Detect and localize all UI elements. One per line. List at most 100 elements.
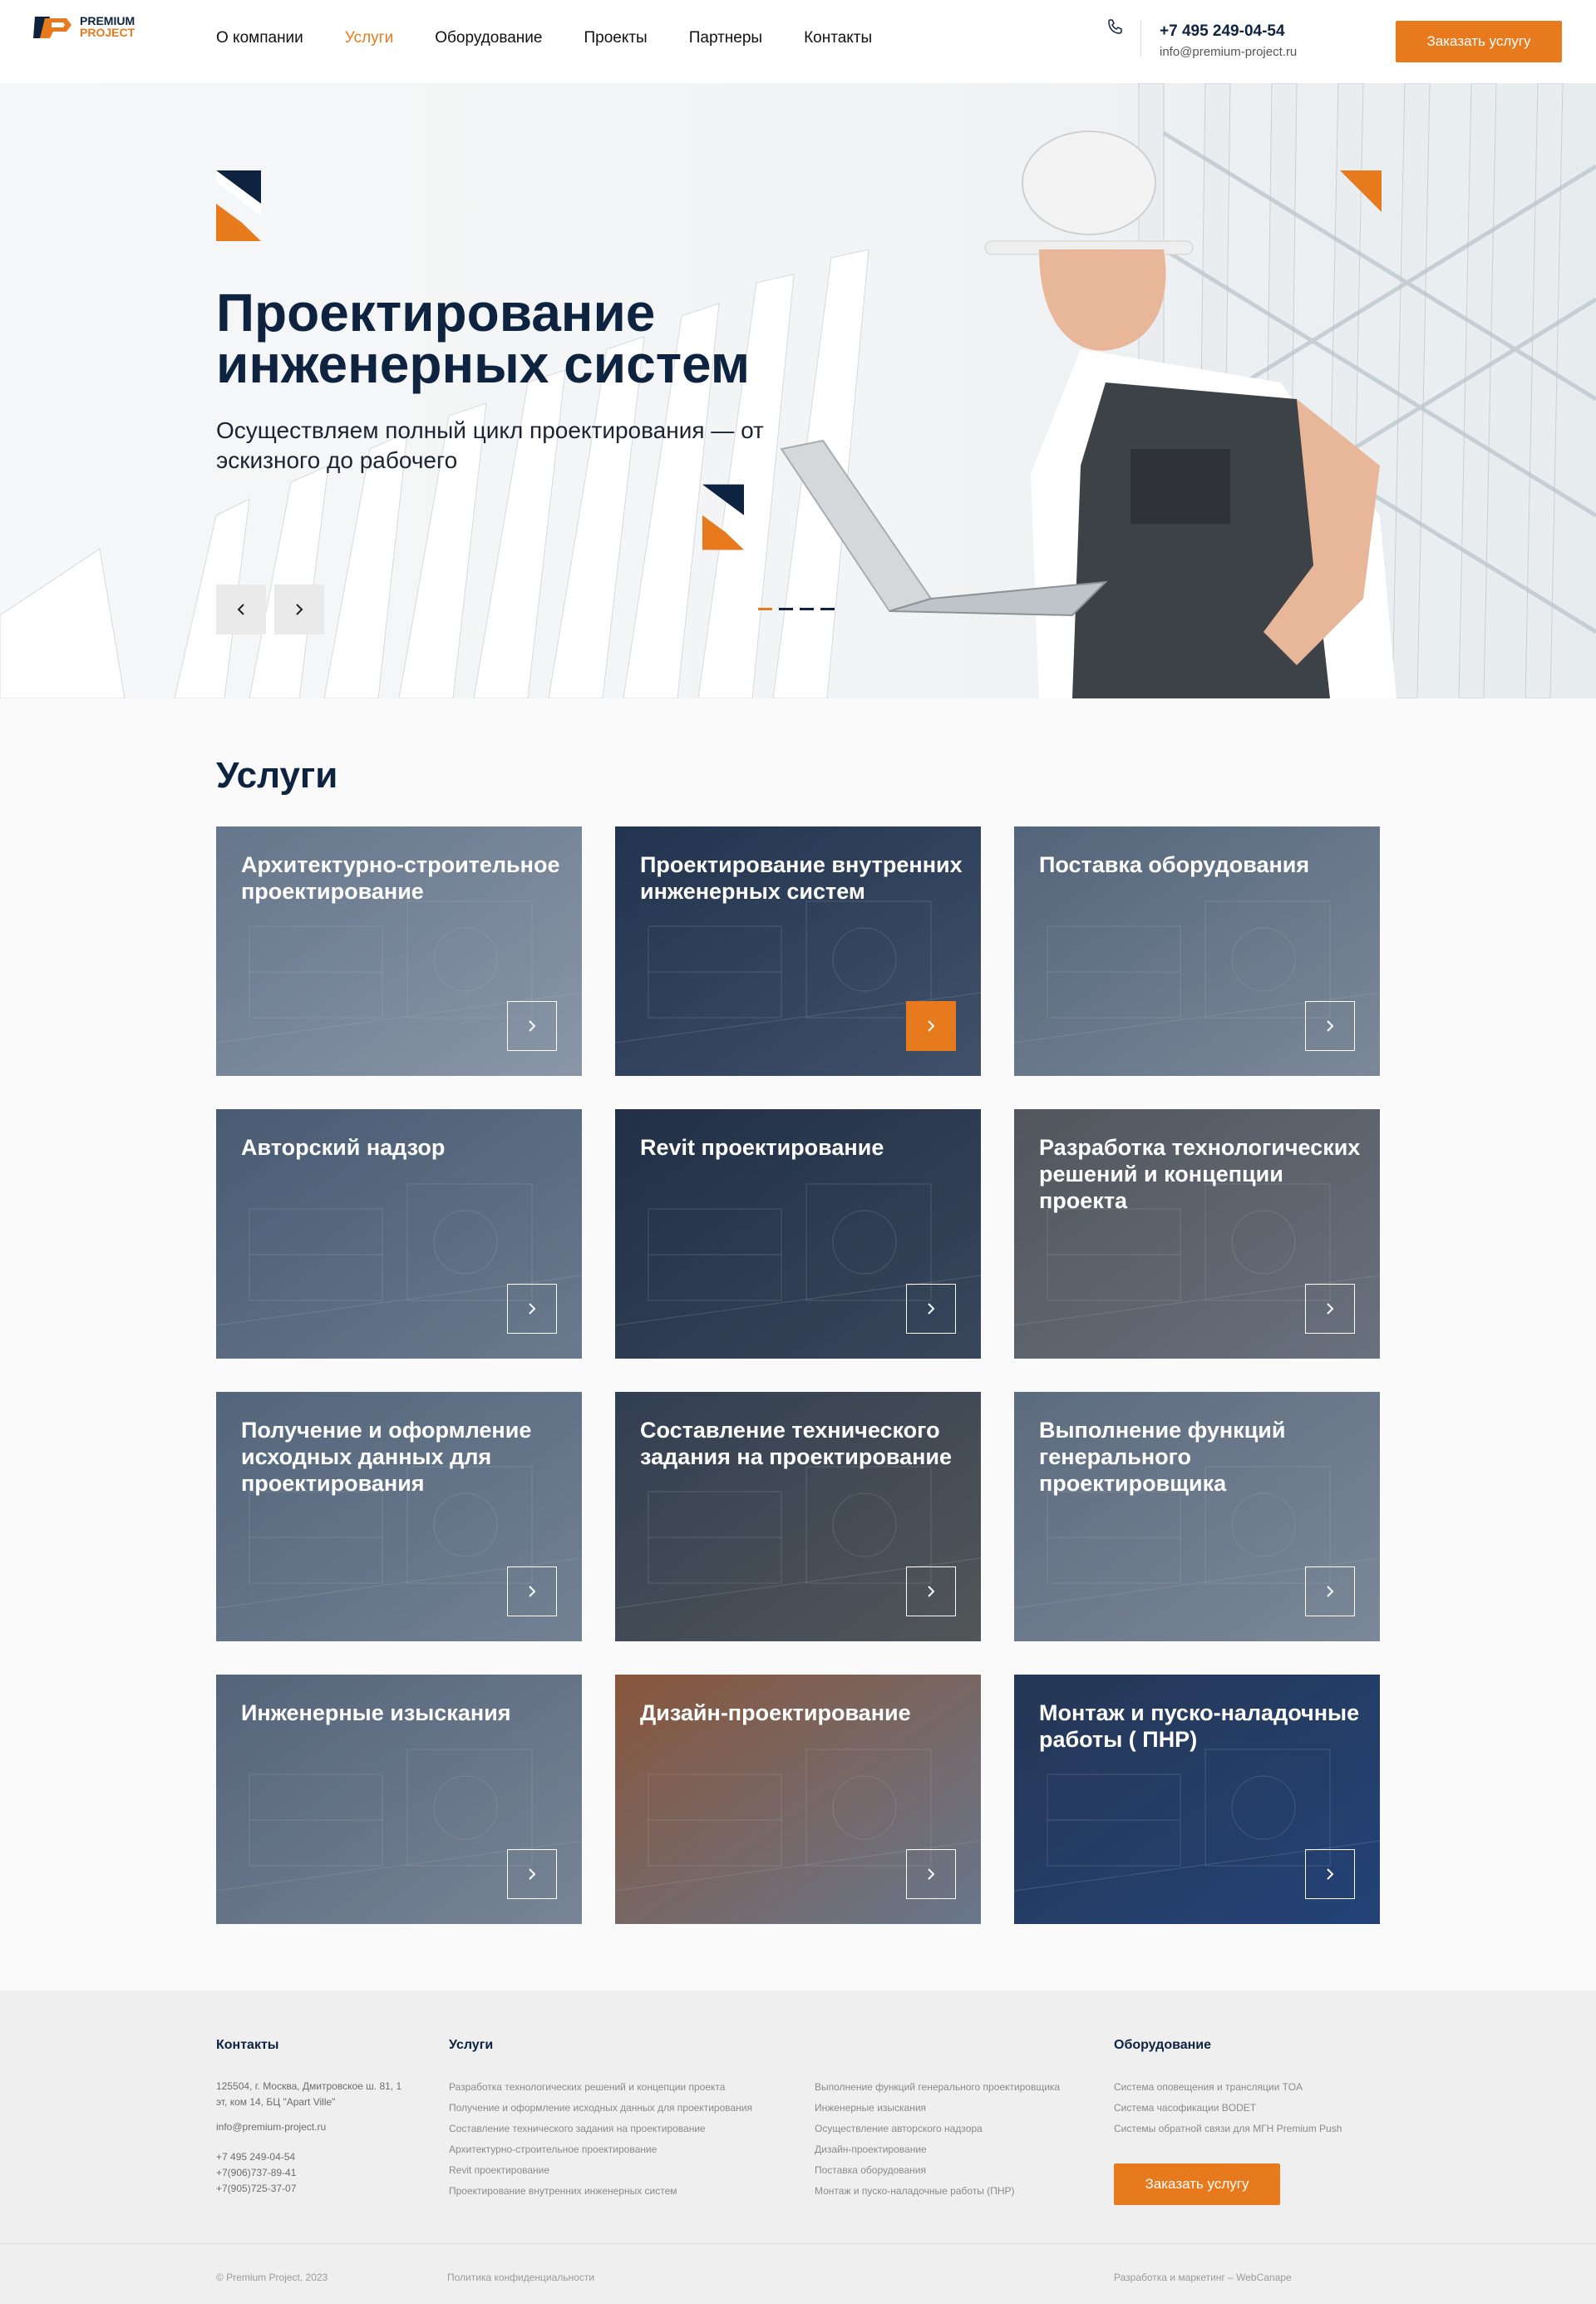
chevron-right-icon bbox=[928, 1586, 935, 1597]
hero-title: Проектирование инженерных систем bbox=[216, 283, 751, 394]
hero-prev-button[interactable] bbox=[216, 585, 266, 634]
chevron-right-icon bbox=[928, 1303, 935, 1315]
chevron-right-icon bbox=[296, 604, 303, 615]
logo-line2: PROJECT bbox=[80, 26, 135, 39]
footer-equipment-list: Система оповещения и трансляции TOA Систе… bbox=[1114, 2077, 1342, 2139]
hero-slide-indicator[interactable] bbox=[758, 608, 772, 610]
footer-phone-2[interactable]: +7(906)737-89-41 bbox=[216, 2165, 296, 2181]
footer-link[interactable]: Системы обратной связи для МГН Premium P… bbox=[1114, 2119, 1342, 2139]
service-card-open-button[interactable] bbox=[906, 1284, 956, 1334]
header-phone[interactable]: +7 495 249-04-54 bbox=[1160, 22, 1285, 41]
service-card[interactable]: Выполнение функций генерального проектир… bbox=[1014, 1392, 1380, 1641]
service-card-open-button[interactable] bbox=[906, 1566, 956, 1616]
service-card-title: Проектирование внутренних инженерных сис… bbox=[640, 852, 963, 904]
footer-link[interactable]: Дизайн-проектирование bbox=[815, 2139, 1060, 2160]
footer-order-button[interactable]: Заказать услугу bbox=[1114, 2163, 1280, 2205]
nav-services[interactable]: Услуги bbox=[345, 29, 393, 47]
service-card[interactable]: Авторский надзор bbox=[216, 1109, 582, 1359]
order-service-button[interactable]: Заказать услугу bbox=[1396, 21, 1562, 62]
footer-link[interactable]: Система часофикации BODET bbox=[1114, 2098, 1342, 2119]
footer-link[interactable]: Осуществление авторского надзора bbox=[815, 2119, 1060, 2139]
hero-next-button[interactable] bbox=[274, 585, 324, 634]
nav-projects[interactable]: Проекты bbox=[584, 29, 647, 47]
footer-link[interactable]: Проектирование внутренних инженерных сис… bbox=[449, 2181, 752, 2202]
service-card-title: Revit проектирование bbox=[640, 1135, 884, 1160]
nav-contacts[interactable]: Контакты bbox=[804, 29, 872, 47]
chevron-right-icon bbox=[529, 1303, 536, 1315]
logo[interactable]: PREMIUM PROJECT bbox=[33, 13, 158, 42]
footer-link[interactable]: Разработка технологических решений и кон… bbox=[449, 2077, 752, 2098]
phone-icon[interactable] bbox=[1106, 17, 1126, 37]
footer-equipment-title: Оборудование bbox=[1114, 2038, 1212, 2052]
chevron-right-icon bbox=[1327, 1020, 1334, 1032]
service-card-title: Авторский надзор bbox=[241, 1135, 446, 1160]
footer-link[interactable]: Составление технического задания на прое… bbox=[449, 2119, 752, 2139]
chevron-right-icon bbox=[1327, 1868, 1334, 1880]
chevron-right-icon bbox=[529, 1586, 536, 1597]
footer-link[interactable]: Поставка оборудования bbox=[815, 2160, 1060, 2181]
service-card[interactable]: Revit проектирование bbox=[615, 1109, 981, 1359]
service-card[interactable]: Инженерные изыскания bbox=[216, 1675, 582, 1924]
service-card-open-button[interactable] bbox=[507, 1849, 557, 1899]
nav-equipment[interactable]: Оборудование bbox=[435, 29, 542, 47]
chevron-right-icon bbox=[928, 1020, 935, 1032]
hero-slide-indicator[interactable] bbox=[820, 608, 835, 610]
footer-services-col2: Выполнение функций генерального проектир… bbox=[815, 2077, 1060, 2202]
logo-mark-icon bbox=[33, 17, 71, 38]
footer-copyright: © Premium Project, 2023 bbox=[216, 2272, 328, 2283]
chevron-right-icon bbox=[1327, 1303, 1334, 1315]
service-card[interactable]: Монтаж и пуско-наладочные работы ( ПНР) bbox=[1014, 1675, 1380, 1924]
footer-services-title: Услуги bbox=[449, 2038, 494, 2052]
main-nav: О компании Услуги Оборудование Проекты П… bbox=[216, 29, 914, 47]
hero-center-mark-icon bbox=[702, 484, 744, 550]
service-card-open-button[interactable] bbox=[1305, 1566, 1355, 1616]
footer-privacy-link[interactable]: Политика конфиденциальности bbox=[447, 2272, 594, 2283]
footer-link[interactable]: Монтаж и пуско-наладочные работы (ПНР) bbox=[815, 2181, 1060, 2202]
logo-text: PREMIUM PROJECT bbox=[80, 15, 135, 38]
hero-slide-indicator[interactable] bbox=[800, 608, 814, 610]
chevron-right-icon bbox=[928, 1868, 935, 1880]
footer-email[interactable]: info@premium-project.ru bbox=[216, 2119, 326, 2135]
service-card-open-button[interactable] bbox=[507, 1001, 557, 1051]
footer-link[interactable]: Архитектурно-строительное проектирование bbox=[449, 2139, 752, 2160]
service-card[interactable]: Дизайн-проектирование bbox=[615, 1675, 981, 1924]
service-card-title: Поставка оборудования bbox=[1039, 852, 1310, 877]
service-card[interactable]: Получение и оформление исходных данных д… bbox=[216, 1392, 582, 1641]
service-card-open-button[interactable] bbox=[906, 1001, 956, 1051]
header-divider bbox=[1140, 20, 1141, 57]
nav-partners[interactable]: Партнеры bbox=[689, 29, 762, 47]
service-card[interactable]: Разработка технологических решений и кон… bbox=[1014, 1109, 1380, 1359]
footer-link[interactable]: Система оповещения и трансляции TOA bbox=[1114, 2077, 1342, 2098]
service-card-open-button[interactable] bbox=[906, 1849, 956, 1899]
site-footer: Контакты 125504, г. Москва, Дмитровское … bbox=[0, 1991, 1596, 2304]
footer-credits[interactable]: Разработка и маркетинг – WebCanape bbox=[1114, 2272, 1292, 2283]
service-card-title: Выполнение функций генерального проектир… bbox=[1039, 1418, 1286, 1496]
footer-link[interactable]: Выполнение функций генерального проектир… bbox=[815, 2077, 1060, 2098]
service-card[interactable]: Поставка оборудования bbox=[1014, 826, 1380, 1076]
service-card-open-button[interactable] bbox=[507, 1566, 557, 1616]
service-card[interactable]: Составление технического задания на прое… bbox=[615, 1392, 981, 1641]
service-card[interactable]: Проектирование внутренних инженерных сис… bbox=[615, 826, 981, 1076]
footer-link[interactable]: Инженерные изыскания bbox=[815, 2098, 1060, 2119]
footer-link[interactable]: Revit проектирование bbox=[449, 2160, 752, 2181]
footer-address: 125504, г. Москва, Дмитровское ш. 81, 1 … bbox=[216, 2080, 402, 2108]
hero-slide-indicator[interactable] bbox=[779, 608, 793, 610]
service-card-title: Дизайн-проектирование bbox=[640, 1700, 911, 1725]
hero-subtitle: Осуществляем полный цикл проектирования … bbox=[216, 417, 764, 473]
hero-logo-mark-icon bbox=[216, 170, 261, 241]
service-card-title: Инженерные изыскания bbox=[241, 1700, 511, 1725]
service-card-open-button[interactable] bbox=[1305, 1284, 1355, 1334]
footer-phone-1[interactable]: +7 495 249-04-54 bbox=[216, 2149, 295, 2165]
service-card-open-button[interactable] bbox=[1305, 1849, 1355, 1899]
header-email[interactable]: info@premium-project.ru bbox=[1160, 45, 1297, 59]
services-title: Услуги bbox=[216, 755, 338, 796]
service-card-open-button[interactable] bbox=[507, 1284, 557, 1334]
hero-banner: Проектирование инженерных систем Осущест… bbox=[0, 83, 1596, 698]
service-card-open-button[interactable] bbox=[1305, 1001, 1355, 1051]
footer-contacts-title: Контакты bbox=[216, 2038, 279, 2052]
footer-link[interactable]: Получение и оформление исходных данных д… bbox=[449, 2098, 752, 2119]
site-header: PREMIUM PROJECT О компании Услуги Оборуд… bbox=[0, 0, 1596, 83]
service-card[interactable]: Архитектурно-строительное проектирование bbox=[216, 826, 582, 1076]
footer-phone-3[interactable]: +7(905)725-37-07 bbox=[216, 2181, 296, 2197]
nav-about[interactable]: О компании bbox=[216, 29, 303, 47]
